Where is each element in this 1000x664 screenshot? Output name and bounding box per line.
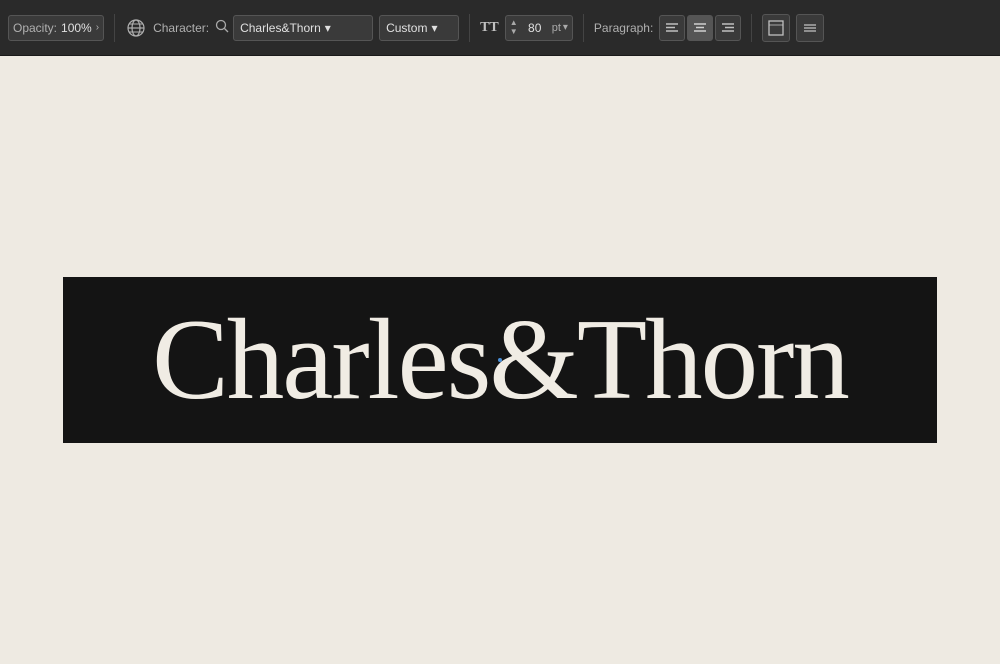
divider-2 [469,14,470,42]
style-dropdown-arrow-icon: ▾ [431,21,452,35]
font-size-unit: pt [552,22,561,34]
opacity-value: 100% [61,21,92,35]
text-banner: Charles&Thorn [63,277,937,444]
size-up-arrow-icon[interactable]: ▲ [510,19,518,27]
style-value: Custom [386,21,427,35]
font-name: Charles&Thorn [240,21,321,35]
size-down-arrow-icon[interactable]: ▼ [510,28,518,36]
opacity-control[interactable]: Opacity: 100% › [8,15,104,41]
align-right-button[interactable] [715,15,741,41]
paragraph-label: Paragraph: [594,21,653,35]
text-box-button[interactable] [762,14,790,42]
align-left-button[interactable] [659,15,685,41]
align-center-button[interactable] [687,15,713,41]
style-dropdown[interactable]: Custom ▾ [379,15,459,41]
font-size-tt-icon: TT [480,20,499,36]
character-label: Character: [153,21,209,35]
opacity-label: Opacity: [13,21,57,35]
main-toolbar: Opacity: 100% › Character: Charles&Thorn… [0,0,1000,56]
canvas-area: Charles&Thorn [0,56,1000,664]
font-size-value: 80 [520,21,550,35]
character-section: Character: [153,21,209,35]
size-dropdown-arrow-icon: ▾ [563,22,568,33]
globe-icon[interactable] [125,17,147,39]
font-dropdown[interactable]: Charles&Thorn ▾ [233,15,373,41]
opacity-chevron-icon: › [96,22,99,33]
divider-4 [751,14,752,42]
text-cursor [498,358,502,362]
divider-3 [583,14,584,42]
font-size-control[interactable]: ▲ ▼ 80 pt ▾ [505,15,573,41]
font-section: Charles&Thorn ▾ [215,15,373,41]
more-options-button[interactable] [796,14,824,42]
font-search-icon [215,19,229,36]
divider-1 [114,14,115,42]
alignment-buttons [659,15,741,41]
size-arrows[interactable]: ▲ ▼ [510,19,518,36]
font-dropdown-arrow-icon: ▾ [325,21,366,35]
